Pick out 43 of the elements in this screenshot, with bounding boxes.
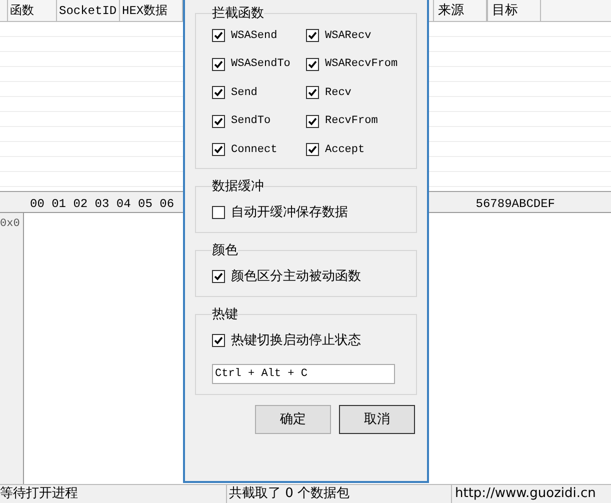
hex-offset-labels: 00 01 02 03 04 05 06	[30, 196, 174, 212]
checkbox-label: SendTo	[231, 114, 271, 129]
checkbox-label: WSARecv	[325, 28, 372, 44]
status-text: 等待打开进程	[0, 485, 79, 503]
checkbox-label: WSASendTo	[231, 57, 290, 72]
checkbox[interactable]	[212, 86, 225, 100]
group-title: 拦截函数	[212, 5, 264, 23]
hex-ascii-labels: 56789ABCDEF	[476, 196, 555, 212]
checkbox[interactable]	[212, 58, 225, 71]
checkbox[interactable]	[212, 270, 225, 283]
checkbox[interactable]	[212, 143, 225, 156]
checkbox-label: Recv	[325, 86, 352, 100]
checkbox[interactable]	[306, 29, 319, 42]
checkbox[interactable]	[306, 58, 319, 71]
row-offset: 0x0	[0, 217, 21, 232]
checkbox-label: WSASend	[231, 28, 278, 44]
checkbox-label: Connect	[231, 142, 278, 158]
checkbox[interactable]	[306, 114, 319, 128]
checkbox[interactable]	[212, 114, 225, 128]
checkbox[interactable]	[306, 143, 319, 156]
group-title: 数据缓冲	[212, 178, 264, 196]
checkbox[interactable]	[212, 206, 225, 219]
column-header[interactable]: 函数	[8, 0, 57, 21]
checkbox-label: 热键切换启动停止状态	[231, 332, 361, 350]
dialog-button[interactable]: 取消	[339, 405, 415, 434]
column-header[interactable]: SocketID	[57, 0, 120, 21]
group-title: 颜色	[212, 242, 238, 260]
status-text: http://www.guozidi.cn	[451, 485, 611, 503]
group-title: 热键	[212, 306, 238, 324]
checkbox-label: Send	[231, 86, 258, 100]
checkbox-label: WSARecvFrom	[325, 57, 398, 72]
checkbox-label: 颜色区分主动被动函数	[231, 268, 361, 286]
column-header[interactable]: 目标	[487, 0, 541, 21]
checkbox-label: 自动开缓冲保存数据	[231, 204, 348, 222]
checkbox-label: RecvFrom	[325, 114, 378, 129]
checkbox[interactable]	[306, 86, 319, 100]
checkbox[interactable]	[212, 29, 225, 42]
column-header[interactable]: 来源	[433, 0, 487, 21]
checkbox[interactable]	[212, 334, 225, 347]
checkbox-label: Accept	[325, 142, 365, 158]
status-text: 共截取了 0 个数据包	[226, 485, 451, 503]
dialog-button[interactable]: 确定	[255, 405, 331, 434]
hotkey-field[interactable]: Ctrl + Alt + C	[212, 364, 395, 384]
